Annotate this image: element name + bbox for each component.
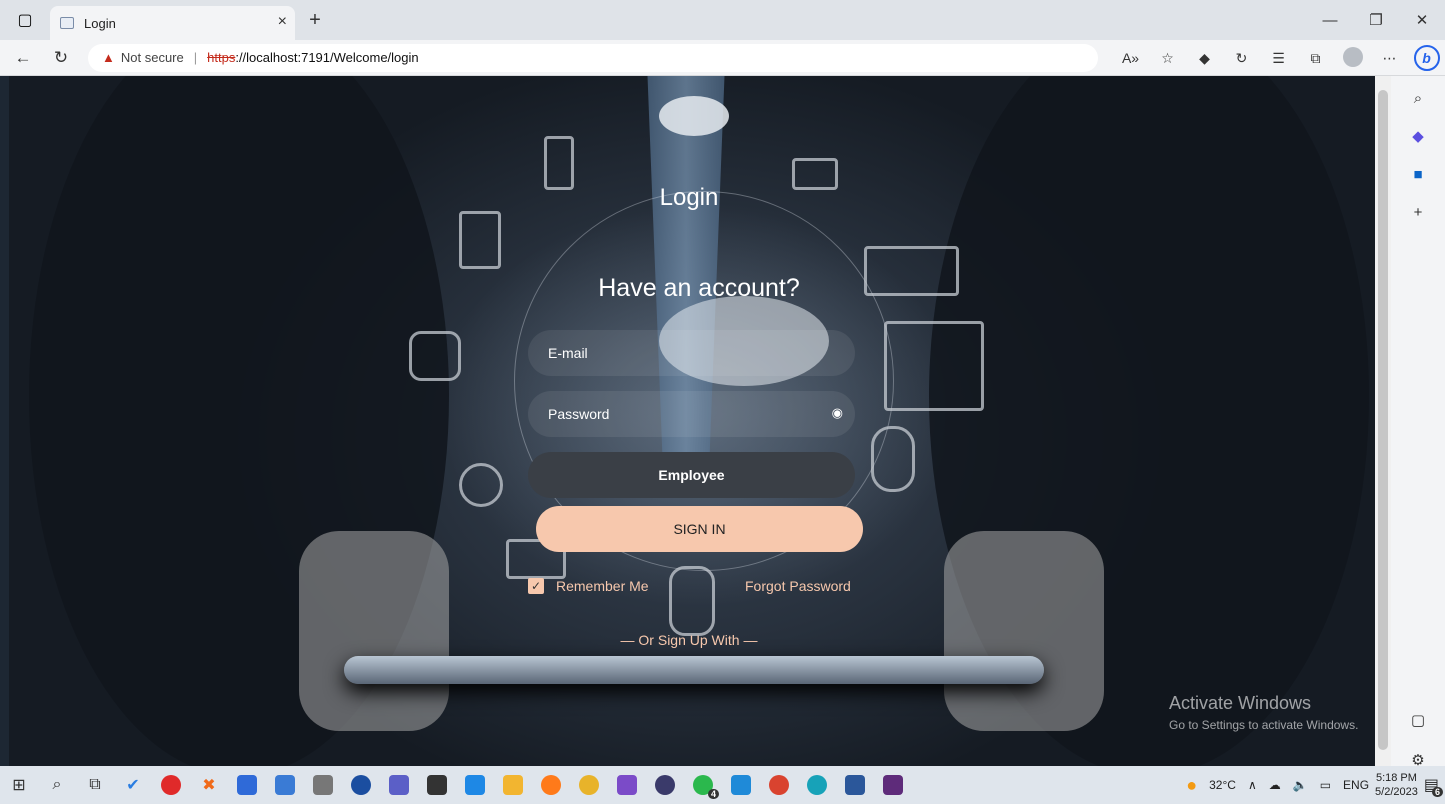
chrome-icon[interactable]	[573, 769, 605, 801]
vscode-icon[interactable]	[725, 769, 757, 801]
weather-temp[interactable]: 32°C	[1209, 778, 1236, 792]
add-sidebar-icon[interactable]: +	[1403, 198, 1433, 228]
xampp-icon[interactable]: ✖	[193, 769, 225, 801]
clock-date: 5/2/2023	[1375, 786, 1418, 798]
email-placeholder: E-mail	[548, 345, 588, 361]
whatsapp-icon[interactable]: 4	[687, 769, 719, 801]
app-icon-2[interactable]	[345, 769, 377, 801]
password-field[interactable]: Password ◉	[528, 391, 855, 437]
minimize-icon[interactable]: —	[1307, 12, 1353, 29]
activate-line-1: Activate Windows	[1169, 693, 1312, 713]
or-sign-up-divider: — Or Sign Up With —	[620, 632, 758, 648]
teams-icon[interactable]	[383, 769, 415, 801]
app-icon-1[interactable]	[307, 769, 339, 801]
whatsapp-badge: 4	[707, 789, 719, 799]
edge-sidebar: ⌕ ◆ ■ + ▢ ⚙	[1391, 76, 1445, 769]
page-content: Login Have an account? E-mail Password ◉…	[9, 76, 1375, 766]
favicon-icon	[60, 17, 74, 29]
language-indicator[interactable]: ENG	[1343, 778, 1369, 792]
favorites-star-icon[interactable]: ☆	[1149, 50, 1186, 67]
favorites-list-icon[interactable]: ☰	[1260, 50, 1297, 67]
forgot-password-link[interactable]: Forgot Password	[745, 578, 851, 594]
weather-sun-icon[interactable]: ●	[1186, 775, 1197, 796]
employee-role-button[interactable]: Employee	[528, 452, 855, 498]
battery-icon[interactable]: ▭	[1320, 778, 1331, 792]
terminal-icon[interactable]	[877, 769, 909, 801]
collections-icon[interactable]: ⧉	[1297, 50, 1334, 67]
extension-icon[interactable]: ◆	[1186, 50, 1223, 67]
task-view-icon[interactable]: ⧉	[79, 769, 111, 801]
url-scheme: https	[207, 50, 236, 65]
notification-icon[interactable]: ▤ 6	[1424, 775, 1443, 797]
page-title: Login	[659, 184, 719, 211]
tab-login[interactable]: Login ×	[50, 6, 295, 40]
remember-me-checkbox[interactable]: ✓ Remember Me	[528, 578, 649, 594]
login-form: Login Have an account? E-mail Password ◉…	[9, 76, 1375, 766]
todo-icon[interactable]: ✔	[117, 769, 149, 801]
url-path: ://localhost:7191/Welcome/login	[235, 50, 419, 65]
search-icon[interactable]: ⌕	[1403, 84, 1433, 114]
read-aloud-icon[interactable]: A»	[1112, 50, 1149, 66]
eye-icon[interactable]: ◉	[832, 405, 843, 421]
chevron-up-icon[interactable]: ∧	[1248, 778, 1257, 792]
photos-icon[interactable]	[269, 769, 301, 801]
tab-title: Login	[84, 15, 116, 31]
not-secure-label[interactable]: Not secure	[121, 50, 184, 65]
eclipse-icon[interactable]	[649, 769, 681, 801]
sign-in-button[interactable]: SIGN IN	[536, 506, 863, 552]
taskbar-search-icon[interactable]: ⌕	[41, 769, 73, 801]
new-tab-button[interactable]: +	[303, 9, 327, 32]
file-explorer-icon[interactable]	[497, 769, 529, 801]
close-tab-icon[interactable]: ×	[278, 13, 287, 31]
back-arrow-icon[interactable]: ←	[8, 48, 38, 68]
word-icon[interactable]	[839, 769, 871, 801]
system-tray: ● 32°C ∧ ☁ 🔈 ▭ ENG 5:18 PM 5/2/2023 ▤ 6	[1180, 766, 1445, 804]
form-subtitle: Have an account?	[598, 274, 800, 302]
clock[interactable]: 5:18 PM 5/2/2023	[1375, 771, 1418, 799]
separator-icon: |	[193, 50, 198, 65]
browser-tab-bar: ▢ Login × +	[0, 0, 1445, 40]
password-placeholder: Password	[548, 406, 610, 422]
chrome-2-icon[interactable]	[763, 769, 795, 801]
windows-taskbar: ⊞ ⌕ ⧉ ✔ ✖ 4 ● 32°C ∧ ☁ 🔈 ▭ ENG 5:18 PM 5…	[0, 766, 1445, 804]
copilot-icon[interactable]: ◆	[1403, 122, 1433, 152]
firefox-icon[interactable]	[535, 769, 567, 801]
volume-icon[interactable]: 🔈	[1293, 778, 1308, 792]
store-icon[interactable]	[231, 769, 263, 801]
scrollbar-thumb[interactable]	[1378, 90, 1388, 750]
cloud-icon[interactable]: ☁	[1269, 778, 1281, 792]
remember-me-label: Remember Me	[556, 578, 649, 594]
tab-actions-menu-icon[interactable]: ▢	[0, 0, 50, 40]
window-controls: — ❐ ✕	[1307, 0, 1445, 40]
activate-line-2: Go to Settings to activate Windows.	[1169, 718, 1359, 732]
notification-badge: 6	[1431, 787, 1443, 797]
edge-icon[interactable]	[801, 769, 833, 801]
windows-start-icon[interactable]: ⊞	[3, 769, 35, 801]
copy-app-icon[interactable]	[459, 769, 491, 801]
visual-studio-icon[interactable]	[611, 769, 643, 801]
email-field[interactable]: E-mail	[528, 330, 855, 376]
warning-icon: ▲	[102, 50, 115, 65]
refresh-extension-icon[interactable]: ↻	[1223, 50, 1260, 67]
checkbox-checked-icon[interactable]: ✓	[528, 578, 544, 594]
restore-icon[interactable]: ❐	[1353, 11, 1399, 29]
vertical-scrollbar[interactable]	[1375, 76, 1391, 766]
bing-icon[interactable]: b	[1408, 45, 1445, 71]
outlook-icon[interactable]: ■	[1403, 160, 1433, 190]
profile-icon[interactable]	[1334, 46, 1371, 70]
sublime-icon[interactable]	[421, 769, 453, 801]
url-input[interactable]: ▲ Not secure | https ://localhost:7191/W…	[88, 43, 1098, 72]
more-options-icon[interactable]: ⋯	[1371, 50, 1408, 67]
power-app-icon[interactable]	[155, 769, 187, 801]
browser-toolbar: A» ☆ ◆ ↻ ☰ ⧉ ⋯ b	[1112, 40, 1445, 76]
clock-time: 5:18 PM	[1375, 772, 1417, 784]
refresh-icon[interactable]: ↻	[46, 48, 76, 68]
close-window-icon[interactable]: ✕	[1399, 11, 1445, 29]
activate-windows-watermark: Activate Windows Go to Settings to activ…	[1169, 693, 1358, 732]
sidebar-toggle-icon[interactable]: ▢	[1403, 706, 1433, 736]
